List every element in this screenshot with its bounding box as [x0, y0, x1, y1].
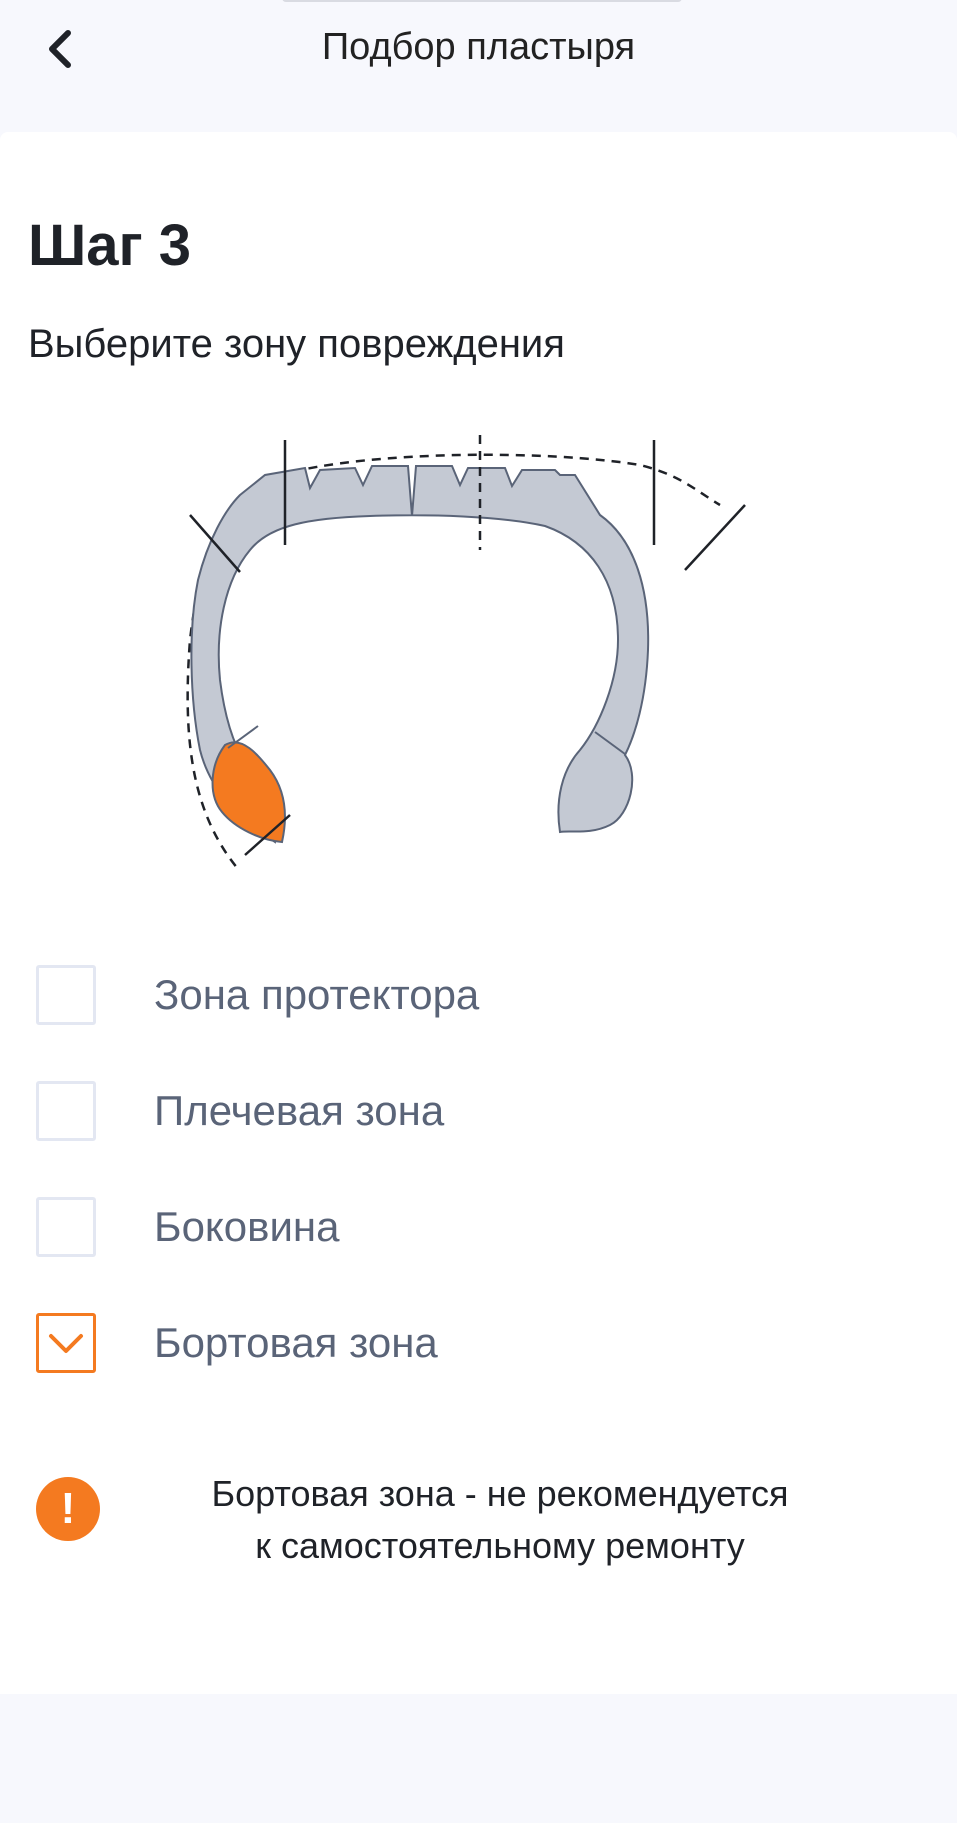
- option-tread-zone[interactable]: Зона протектора: [36, 960, 736, 1030]
- option-sidewall[interactable]: Боковина: [36, 1192, 736, 1262]
- option-bead-zone[interactable]: Бортовая зона: [36, 1308, 736, 1378]
- option-label: Плечевая зона: [154, 1087, 445, 1134]
- zone-line-right-shoulder: [684, 504, 746, 571]
- option-label: Бортовая зона: [154, 1319, 438, 1366]
- warning-line-2: к самостоятельному ремонту: [255, 1525, 745, 1566]
- page-title: Подбор пластыря: [321, 26, 636, 68]
- option-shoulder-zone[interactable]: Плечевая зона: [36, 1076, 736, 1146]
- exclamation-icon: !: [36, 1477, 100, 1541]
- checkbox[interactable]: [36, 1081, 96, 1141]
- top-bar: Подбор пластыря: [0, 0, 957, 132]
- option-label: Зона протектора: [154, 971, 480, 1018]
- option-label: Боковина: [154, 1203, 340, 1250]
- tire-cross-section-diagram: [186, 435, 746, 870]
- bead-zone-left-highlight: [211, 741, 286, 844]
- drag-handle: [282, 0, 682, 2]
- step-title: Шаг 3: [28, 213, 192, 278]
- checkbox-checked[interactable]: [36, 1313, 96, 1373]
- checkbox[interactable]: [36, 1197, 96, 1257]
- warning-message: ! Бортовая зона - не рекомендуется к сам…: [36, 1468, 916, 1578]
- warning-line-1: Бортовая зона - не рекомендуется: [211, 1473, 789, 1514]
- step-subtitle: Выберите зону повреждения: [28, 322, 565, 366]
- warning-text: Бортовая зона - не рекомендуется к самос…: [140, 1468, 860, 1572]
- checkbox[interactable]: [36, 965, 96, 1025]
- checkmark-icon: [49, 1334, 83, 1353]
